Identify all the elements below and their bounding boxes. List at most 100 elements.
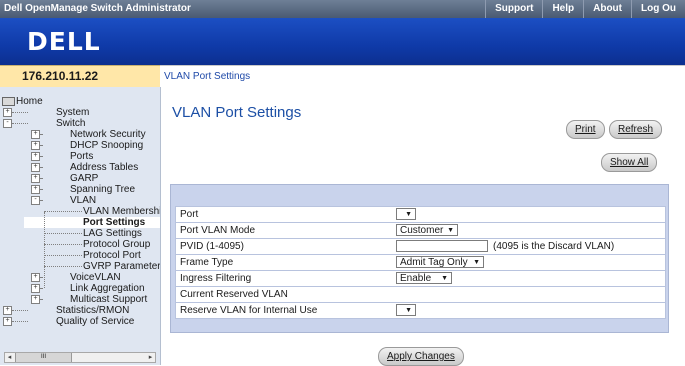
page-title: VLAN Port Settings bbox=[172, 104, 302, 121]
support-link[interactable]: Support bbox=[485, 0, 542, 18]
ingress-filtering-select[interactable]: Enable ▼ bbox=[396, 272, 452, 284]
settings-panel: Port ▼ Port VLAN Mode Customer ▼ PVID (1-4095… bbox=[170, 184, 669, 333]
scroll-thumb[interactable]: III bbox=[15, 353, 72, 362]
tree-connector bbox=[40, 200, 42, 201]
scroll-right-icon[interactable]: ▸ bbox=[146, 353, 155, 362]
sidebar-item-statistics-rmon[interactable]: Statistics/RMON bbox=[56, 305, 129, 316]
dropdown-arrow-icon: ▼ bbox=[447, 227, 454, 234]
field-label-pvid-1-4095: PVID (1-4095) bbox=[180, 241, 244, 252]
field-label-current-reserved-vlan: Current Reserved VLAN bbox=[180, 289, 288, 300]
home-folder-icon bbox=[2, 97, 15, 106]
settings-row-pvid-1-4095: PVID (1-4095) (4095 is the Discard VLAN) bbox=[175, 238, 666, 255]
log-out-link[interactable]: Log Ou bbox=[631, 0, 685, 18]
port-vlan-mode-select[interactable]: Customer ▼ bbox=[396, 224, 458, 236]
sidebar-item-spanning-tree[interactable]: Spanning Tree bbox=[70, 184, 135, 195]
tree-connector bbox=[40, 167, 42, 168]
sidebar-horizontal-scrollbar[interactable]: ◂ III ▸ bbox=[4, 352, 156, 363]
sidebar-item-network-security[interactable]: Network Security bbox=[70, 129, 146, 140]
sidebar-item-vlan[interactable]: VLAN bbox=[70, 195, 96, 206]
tree-connector bbox=[12, 310, 28, 311]
apply-changes-button[interactable]: Apply Changes bbox=[378, 347, 464, 366]
sidebar-tree: Home + System - Switch + Network Security + DHCP… bbox=[0, 87, 161, 365]
sidebar-item-voicevlan[interactable]: VoiceVLAN bbox=[70, 272, 121, 283]
sidebar-item-vlan-membershi[interactable]: VLAN Membershi bbox=[83, 206, 160, 217]
tree-connector bbox=[40, 178, 42, 179]
expand-icon[interactable]: + bbox=[31, 152, 40, 161]
sidebar-item-dhcp-snooping[interactable]: DHCP Snooping bbox=[70, 140, 143, 151]
scroll-left-icon[interactable]: ◂ bbox=[5, 353, 14, 362]
select-value: Admit Tag Only bbox=[400, 257, 468, 268]
show-all-button[interactable]: Show All bbox=[601, 153, 658, 172]
tree-connector bbox=[44, 212, 45, 288]
dropdown-arrow-icon: ▼ bbox=[405, 307, 412, 314]
sidebar-item-protocol-port[interactable]: Protocol Port bbox=[83, 250, 141, 261]
select-value: Customer bbox=[400, 225, 444, 236]
sidebar-item-multicast-support[interactable]: Multicast Support bbox=[70, 294, 147, 305]
reserve-vlan-for-internal-use-select[interactable]: ▼ bbox=[396, 304, 416, 316]
settings-row-frame-type: Frame Type Admit Tag Only ▼ bbox=[175, 254, 666, 271]
tree-connector bbox=[40, 134, 42, 135]
settings-row-port: Port ▼ bbox=[175, 206, 666, 223]
expand-icon[interactable]: + bbox=[31, 284, 40, 293]
refresh-button[interactable]: Refresh bbox=[609, 120, 663, 139]
port-select[interactable]: ▼ bbox=[396, 208, 416, 220]
tree-connector bbox=[12, 123, 28, 124]
dropdown-arrow-icon: ▼ bbox=[441, 275, 448, 282]
tree-connector bbox=[40, 299, 42, 300]
expand-icon[interactable]: + bbox=[31, 141, 40, 150]
main-content: VLAN Port Settings Print Refresh Show Al… bbox=[161, 87, 685, 366]
field-label-port-vlan-mode: Port VLAN Mode bbox=[180, 225, 256, 236]
tree-connector bbox=[44, 233, 82, 234]
expand-icon[interactable]: + bbox=[31, 163, 40, 172]
expand-icon[interactable]: + bbox=[3, 317, 12, 326]
settings-row-ingress-filtering: Ingress Filtering Enable ▼ bbox=[175, 270, 666, 287]
sidebar-item-gvrp-parameter[interactable]: GVRP Parameter bbox=[83, 261, 160, 272]
frame-type-select[interactable]: Admit Tag Only ▼ bbox=[396, 256, 484, 268]
sidebar-item-garp[interactable]: GARP bbox=[70, 173, 98, 184]
top-links: Support Help About Log Ou bbox=[485, 0, 685, 18]
print-button[interactable]: Print bbox=[566, 120, 605, 139]
sidebar-item-home[interactable]: Home bbox=[16, 96, 43, 107]
sidebar-item-protocol-group[interactable]: Protocol Group bbox=[83, 239, 150, 250]
expand-icon[interactable]: + bbox=[3, 306, 12, 315]
sidebar-item-ports[interactable]: Ports bbox=[70, 151, 93, 162]
sidebar-item-lag-settings[interactable]: LAG Settings bbox=[83, 228, 142, 239]
tree-connector bbox=[12, 112, 28, 113]
collapse-icon[interactable]: - bbox=[3, 119, 12, 128]
field-label-port: Port bbox=[180, 209, 199, 220]
top-bar: Dell OpenManage Switch Administrator Sup… bbox=[0, 0, 685, 18]
help-link[interactable]: Help bbox=[542, 0, 583, 18]
sidebar-item-link-aggregation[interactable]: Link Aggregation bbox=[70, 283, 145, 294]
field-label-ingress-filtering: Ingress Filtering bbox=[180, 273, 252, 284]
pvid-hint: (4095 is the Discard VLAN) bbox=[493, 241, 615, 252]
device-ip: 176.210.11.22 bbox=[22, 69, 99, 83]
settings-row-port-vlan-mode: Port VLAN Mode Customer ▼ bbox=[175, 222, 666, 239]
tree-connector bbox=[40, 189, 42, 190]
tree-connector bbox=[44, 244, 82, 245]
expand-icon[interactable]: + bbox=[31, 295, 40, 304]
settings-row-current-reserved-vlan: Current Reserved VLAN bbox=[175, 286, 666, 303]
expand-icon[interactable]: + bbox=[31, 185, 40, 194]
dropdown-arrow-icon: ▼ bbox=[473, 259, 480, 266]
tree-connector bbox=[40, 288, 42, 289]
expand-icon[interactable]: + bbox=[31, 273, 40, 282]
expand-icon[interactable]: + bbox=[3, 108, 12, 117]
collapse-icon[interactable]: - bbox=[31, 196, 40, 205]
breadcrumb: VLAN Port Settings bbox=[160, 65, 685, 88]
field-label-reserve-vlan-for-internal-use: Reserve VLAN for Internal Use bbox=[180, 305, 318, 316]
sidebar-item-system[interactable]: System bbox=[56, 107, 89, 118]
sidebar-item-quality-of-service[interactable]: Quality of Service bbox=[56, 316, 134, 327]
tree-connector bbox=[44, 255, 82, 256]
tree-connector bbox=[12, 321, 28, 322]
dropdown-arrow-icon: ▼ bbox=[405, 211, 412, 218]
about-link[interactable]: About bbox=[583, 0, 631, 18]
expand-icon[interactable]: + bbox=[31, 174, 40, 183]
settings-row-reserve-vlan-for-internal-use: Reserve VLAN for Internal Use ▼ bbox=[175, 302, 666, 319]
expand-icon[interactable]: + bbox=[31, 130, 40, 139]
pvid-input[interactable] bbox=[396, 240, 488, 252]
breadcrumb-current[interactable]: VLAN Port Settings bbox=[164, 71, 250, 82]
sidebar-item-switch[interactable]: Switch bbox=[56, 118, 85, 129]
sidebar-item-address-tables[interactable]: Address Tables bbox=[70, 162, 138, 173]
tree-connector bbox=[44, 266, 82, 267]
tree-connector bbox=[44, 211, 82, 212]
